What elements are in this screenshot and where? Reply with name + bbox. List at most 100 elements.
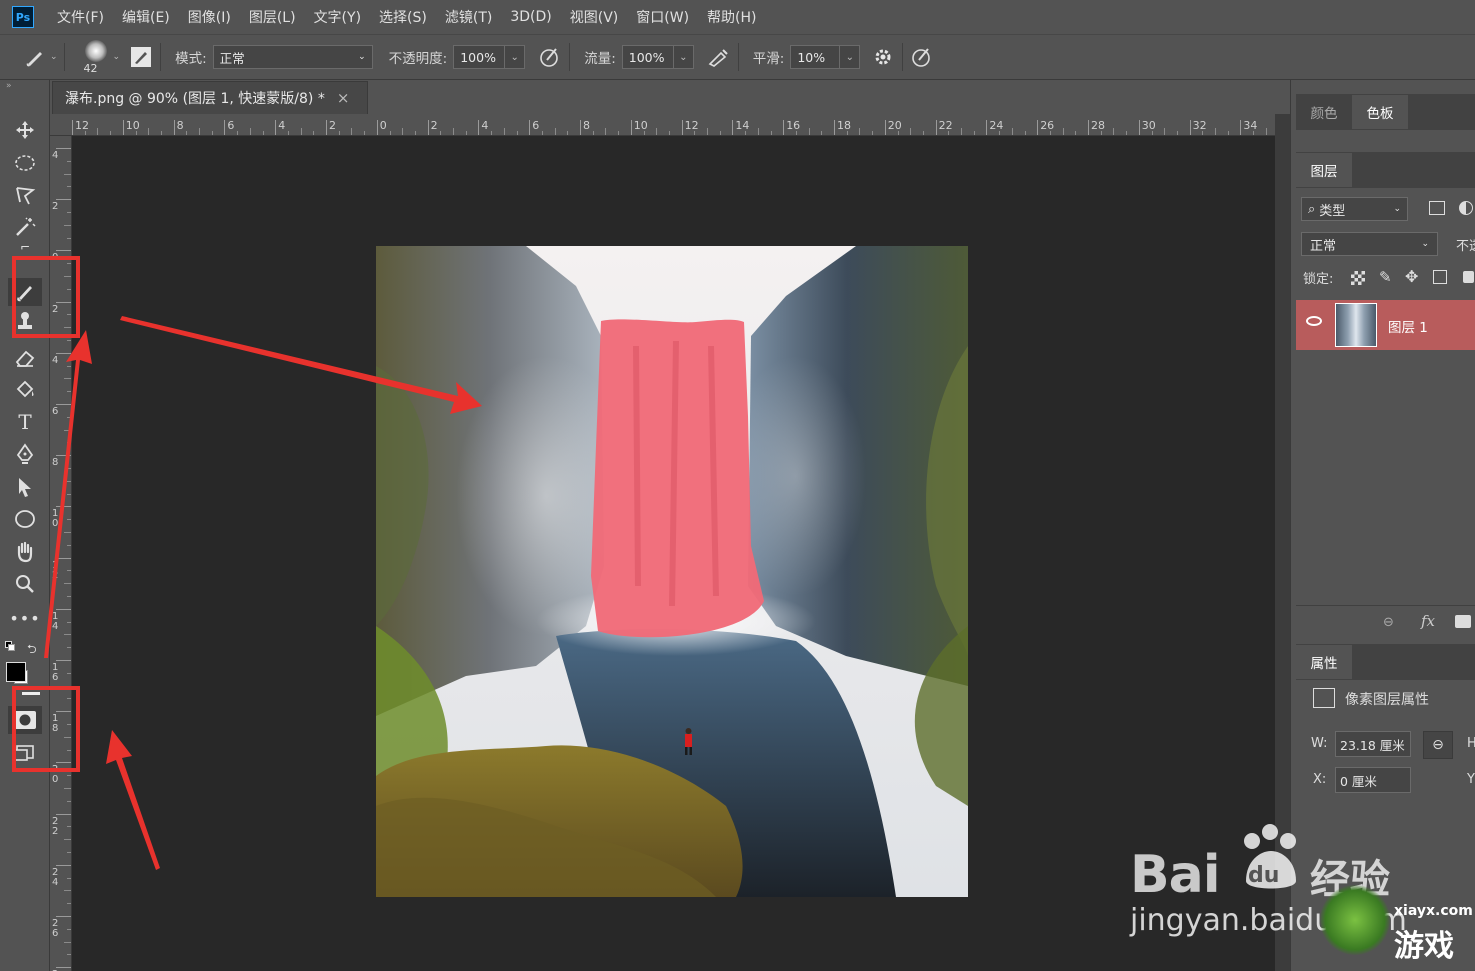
ruler-minor-tick: [97, 128, 99, 135]
chevron-down-icon[interactable]: ⌄: [50, 52, 58, 62]
ruler-tick: [56, 608, 71, 610]
crop-tool-icon[interactable]: ⌐: [8, 240, 42, 254]
paint-bucket-tool-icon[interactable]: [8, 376, 42, 404]
chevron-down-icon[interactable]: ⌄: [673, 45, 694, 69]
layer-filter-select[interactable]: ⌕ 类型 ⌄: [1301, 197, 1408, 221]
ruler-tick: [580, 120, 581, 135]
menu-image[interactable]: 图像(I): [179, 7, 240, 27]
ruler-minor-tick: [64, 532, 71, 533]
watermark-baidu: Bai: [1130, 845, 1221, 905]
default-colors-icon[interactable]: [5, 641, 15, 651]
airbrush-icon[interactable]: [706, 44, 732, 70]
pixel-layer-icon: [1313, 688, 1335, 708]
smoothing-input[interactable]: 10%: [790, 45, 841, 69]
ruler-label: 32: [1192, 119, 1207, 132]
pen-tool-icon[interactable]: [8, 440, 42, 468]
chevron-down-icon[interactable]: ⌄: [840, 45, 861, 69]
lock-all-icon[interactable]: [1463, 271, 1474, 283]
menu-select[interactable]: 选择(S): [370, 7, 436, 27]
chevron-down-icon[interactable]: ⌄: [113, 52, 121, 62]
smoothing-label: 平滑:: [752, 51, 785, 67]
brush-size-picker[interactable]: 42: [79, 37, 113, 77]
flow-input[interactable]: 100%: [621, 45, 674, 69]
add-mask-icon[interactable]: [1455, 615, 1471, 628]
brush-settings-panel-icon[interactable]: [128, 44, 154, 70]
chevron-down-icon[interactable]: ⌄: [505, 45, 526, 69]
foreground-color-swatch[interactable]: [6, 662, 26, 682]
document-tab[interactable]: 瀑布.png @ 90% (图层 1, 快速蒙版/8) * ×: [52, 81, 368, 114]
layer-row[interactable]: 图层 1: [1296, 300, 1475, 350]
eye-visibility-icon[interactable]: [1306, 316, 1322, 326]
layer-effects-icon[interactable]: fx: [1421, 612, 1435, 630]
ruler-minor-tick: [1215, 128, 1216, 135]
layer-name[interactable]: 图层 1: [1388, 316, 1428, 336]
magic-wand-tool-icon[interactable]: [8, 213, 42, 241]
eraser-tool-icon[interactable]: [8, 344, 42, 372]
lasso-tool-icon[interactable]: [8, 181, 42, 209]
opacity-input[interactable]: 100%: [453, 45, 506, 69]
pixel-layer-filter-icon[interactable]: [1429, 201, 1445, 215]
chevron-down-icon: ⌄: [1421, 239, 1429, 249]
menu-view[interactable]: 视图(V): [561, 7, 628, 27]
xiayx-logo-icon: [1320, 885, 1390, 955]
close-icon[interactable]: ×: [337, 89, 350, 107]
ruler-tick: [56, 352, 71, 354]
lock-transparent-icon[interactable]: [1351, 271, 1365, 285]
tab-color[interactable]: 颜色: [1296, 95, 1352, 129]
waterfall-image[interactable]: [376, 246, 968, 897]
link-dimensions-icon[interactable]: ⊖: [1423, 731, 1453, 759]
smoothing-options-gear-icon[interactable]: [870, 44, 896, 70]
menu-3d[interactable]: 3D(D): [501, 9, 560, 25]
menu-edit[interactable]: 编辑(E): [113, 7, 179, 27]
menu-filter[interactable]: 滤镜(T): [436, 7, 501, 27]
move-tool-icon[interactable]: [8, 116, 42, 144]
ruler-label: 2: [430, 119, 438, 132]
menu-layer[interactable]: 图层(L): [240, 7, 305, 27]
pressure-opacity-icon[interactable]: [537, 44, 563, 70]
mode-label: 模式:: [175, 51, 207, 67]
tab-swatches[interactable]: 色板: [1352, 95, 1408, 129]
brush-tool-preset-icon[interactable]: [22, 44, 48, 70]
link-layers-icon[interactable]: ⊖: [1383, 615, 1394, 630]
tab-layers[interactable]: 图层: [1296, 153, 1352, 187]
mode-select[interactable]: 正常 ⌄: [212, 45, 373, 69]
ruler-label: 28: [1091, 119, 1105, 132]
collapse-panel-icon[interactable]: »: [6, 80, 40, 92]
menu-help[interactable]: 帮助(H): [698, 7, 765, 27]
menu-file[interactable]: 文件(F): [48, 7, 113, 27]
menu-type[interactable]: 文字(Y): [305, 7, 370, 27]
lock-artboard-icon[interactable]: [1433, 270, 1447, 284]
blend-mode-value: 正常: [1310, 238, 1337, 254]
pressure-size-icon[interactable]: [909, 44, 935, 70]
hand-tool-icon[interactable]: [8, 538, 42, 566]
ruler-label: 4: [278, 119, 286, 132]
more-tools-icon[interactable]: •••: [8, 604, 42, 632]
ruler-tick: [478, 120, 480, 135]
ruler-minor-tick: [1113, 128, 1115, 135]
ellipse-tool-icon[interactable]: [8, 505, 42, 533]
ruler-tick: [275, 120, 277, 135]
blend-mode-select[interactable]: 正常 ⌄: [1301, 232, 1438, 256]
type-tool-icon[interactable]: T: [8, 408, 42, 436]
width-input[interactable]: 23.18 厘米: [1335, 731, 1411, 757]
ruler-label: 10: [125, 119, 140, 132]
tab-properties[interactable]: 属性: [1296, 645, 1352, 679]
ruler-tick: [56, 199, 71, 201]
photoshop-logo-icon: Ps: [12, 6, 34, 28]
menu-window[interactable]: 窗口(W): [627, 7, 698, 27]
mode-value: 正常: [219, 50, 245, 66]
zoom-tool-icon[interactable]: [8, 570, 42, 598]
lock-position-icon[interactable]: ✥: [1405, 267, 1418, 286]
ruler-tick: [1189, 120, 1191, 135]
marquee-tool-icon[interactable]: [8, 149, 42, 177]
path-selection-tool-icon[interactable]: [8, 473, 42, 501]
ruler-tick: [427, 120, 429, 135]
x-input[interactable]: 0 厘米: [1335, 767, 1411, 793]
ruler-tick: [1037, 120, 1039, 135]
menu-bar: Ps 文件(F) 编辑(E) 图像(I) 图层(L) 文字(Y) 选择(S) 滤…: [0, 0, 1475, 34]
ruler-tick: [732, 120, 734, 135]
lock-pixels-icon[interactable]: ✎: [1379, 268, 1392, 286]
ruler-label: 26: [1040, 119, 1055, 132]
adjustment-layer-filter-icon[interactable]: [1459, 201, 1473, 215]
swap-colors-icon[interactable]: ⮌: [27, 640, 37, 661]
